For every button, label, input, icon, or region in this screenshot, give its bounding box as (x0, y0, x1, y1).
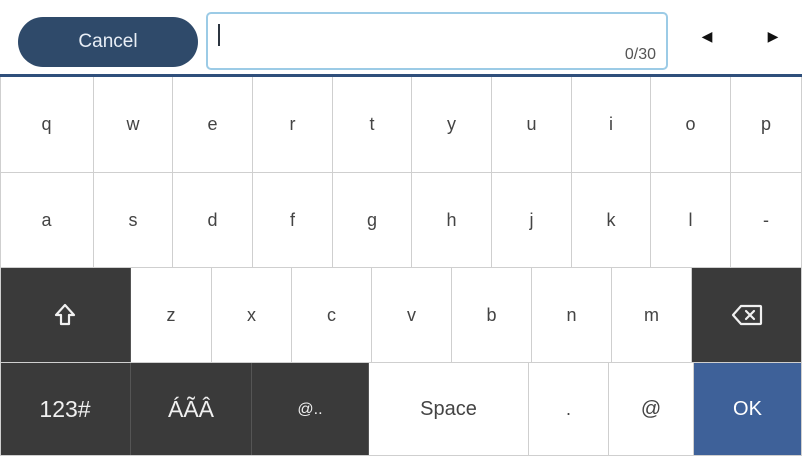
key-x[interactable]: x (212, 268, 292, 362)
key-u[interactable]: u (492, 77, 572, 173)
key-g[interactable]: g (333, 173, 412, 268)
accented-characters-key[interactable]: ÁÃÂ (131, 363, 252, 456)
key-r[interactable]: r (253, 77, 333, 173)
key-t[interactable]: t (333, 77, 412, 173)
backspace-icon (731, 304, 763, 326)
key-c[interactable]: c (292, 268, 372, 362)
key-o[interactable]: o (651, 77, 731, 173)
at-key[interactable]: @ (609, 363, 694, 456)
email-symbols-key[interactable]: @.. (252, 363, 369, 456)
key-s[interactable]: s (94, 173, 173, 268)
key-k[interactable]: k (572, 173, 651, 268)
space-key[interactable]: Space (369, 363, 529, 456)
key-e[interactable]: e (173, 77, 253, 173)
cursor-left-button[interactable]: ◀ (697, 24, 717, 48)
key-l[interactable]: l (651, 173, 731, 268)
key-v[interactable]: v (372, 268, 452, 362)
key-f[interactable]: f (253, 173, 333, 268)
backspace-key[interactable] (692, 268, 802, 362)
key-j[interactable]: j (492, 173, 572, 268)
key-y[interactable]: y (412, 77, 492, 173)
key-z[interactable]: z (131, 268, 212, 362)
numbers-symbols-key[interactable]: 123# (0, 363, 131, 456)
text-caret (218, 24, 220, 46)
character-counter: 0/30 (624, 46, 656, 63)
key-d[interactable]: d (173, 173, 253, 268)
key-hyphen[interactable]: - (731, 173, 802, 268)
ok-button[interactable]: OK (694, 363, 802, 456)
cursor-right-button[interactable]: ▶ (763, 24, 783, 48)
period-key[interactable]: . (529, 363, 609, 456)
right-arrow-icon: ▶ (767, 27, 779, 44)
input-toolbar: Cancel 0/30 ◀ ▶ (0, 0, 802, 77)
key-b[interactable]: b (452, 268, 532, 362)
shift-key[interactable] (0, 268, 131, 362)
key-m[interactable]: m (612, 268, 692, 362)
onscreen-keyboard: Cancel 0/30 ◀ ▶ q w e r t y u i o p a s … (0, 0, 802, 456)
key-i[interactable]: i (572, 77, 651, 173)
key-n[interactable]: n (532, 268, 612, 362)
text-input[interactable]: 0/30 (206, 12, 668, 70)
cancel-button[interactable]: Cancel (18, 17, 198, 67)
key-a[interactable]: a (0, 173, 94, 268)
key-q[interactable]: q (0, 77, 94, 173)
key-h[interactable]: h (412, 173, 492, 268)
shift-arrow-icon (54, 303, 76, 327)
left-arrow-icon: ◀ (701, 27, 713, 44)
key-p[interactable]: p (731, 77, 802, 173)
key-w[interactable]: w (94, 77, 173, 173)
